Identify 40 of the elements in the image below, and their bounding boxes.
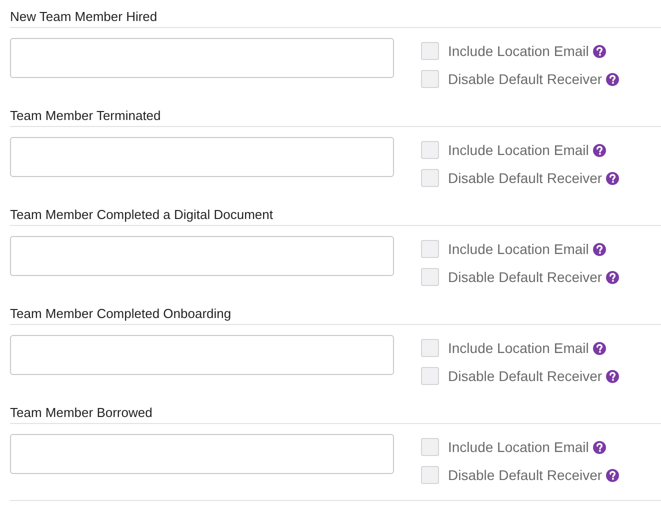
checkbox[interactable]	[421, 240, 439, 258]
section-title: Team Member Completed a Digital Document	[10, 206, 274, 224]
help-icon[interactable]	[606, 270, 620, 284]
checkbox[interactable]	[421, 268, 439, 286]
checkbox-label: Include Location Email	[448, 241, 589, 257]
help-icon[interactable]	[606, 370, 620, 382]
help-icon[interactable]	[592, 342, 606, 354]
help-icon[interactable]	[606, 172, 620, 184]
checkbox[interactable]	[421, 466, 439, 484]
checkbox[interactable]	[421, 367, 439, 385]
help-icon[interactable]	[592, 440, 606, 454]
help-icon[interactable]	[592, 242, 606, 256]
help-icon[interactable]	[606, 72, 620, 86]
section-title: Team Member Borrowed	[10, 404, 154, 422]
checkbox-label: Include Location Email	[448, 43, 589, 59]
checkbox[interactable]	[421, 169, 439, 187]
email-field[interactable]	[10, 434, 394, 474]
checkbox-label: Include Location Email	[448, 142, 589, 158]
checkbox-label: Include Location Email	[448, 439, 589, 455]
help-icon[interactable]	[592, 144, 606, 156]
section-title: Team Member Terminated	[10, 107, 162, 125]
email-field[interactable]	[10, 38, 394, 78]
checkbox[interactable]	[421, 70, 439, 88]
checkbox-label: Disable Default Receiver	[448, 170, 602, 186]
checkbox[interactable]	[421, 339, 439, 357]
checkbox[interactable]	[421, 141, 439, 159]
checkbox[interactable]	[421, 42, 439, 60]
section-title: Team Member Completed Onboarding	[10, 305, 232, 323]
checkbox-label: Disable Default Receiver	[448, 71, 602, 87]
help-icon[interactable]	[606, 468, 620, 482]
email-field[interactable]	[10, 236, 394, 276]
checkbox[interactable]	[421, 438, 439, 456]
checkbox-label: Include Location Email	[448, 340, 589, 356]
email-field[interactable]	[10, 137, 394, 177]
checkbox-label: Disable Default Receiver	[448, 467, 602, 483]
checkbox-label: Disable Default Receiver	[448, 368, 602, 384]
email-field[interactable]	[10, 335, 394, 375]
section-title: New Team Member Hired	[10, 8, 158, 26]
checkbox-label: Disable Default Receiver	[448, 269, 602, 285]
help-icon[interactable]	[592, 44, 606, 58]
